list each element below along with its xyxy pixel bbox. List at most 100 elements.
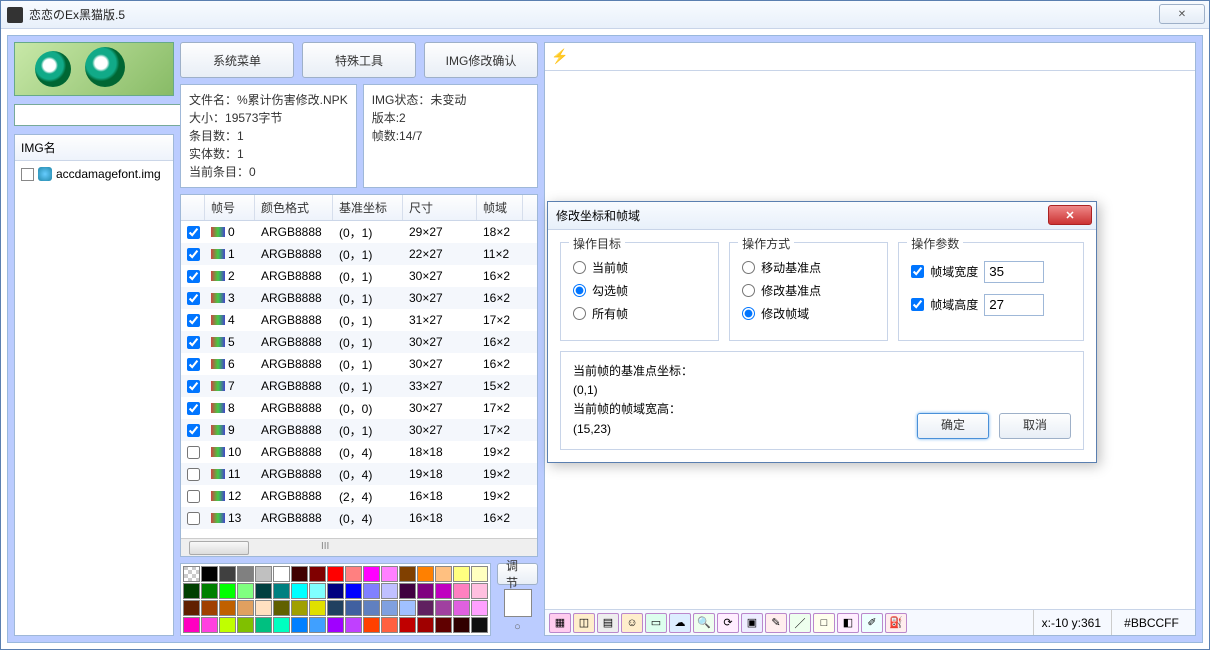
color-swatch[interactable] <box>201 583 218 599</box>
color-swatch[interactable] <box>417 566 434 582</box>
table-row[interactable]: 7ARGB8888(0，1)33×2715×2 <box>181 375 537 397</box>
tool-fill-icon[interactable]: ⛽ <box>885 613 907 633</box>
color-swatch[interactable] <box>471 617 488 633</box>
horizontal-scrollbar[interactable]: III <box>181 538 537 556</box>
radio-modify-base[interactable]: 修改基准点 <box>742 282 875 299</box>
color-swatch[interactable] <box>381 617 398 633</box>
row-checkbox[interactable] <box>187 358 200 371</box>
color-swatch[interactable] <box>219 566 236 582</box>
tool-picker-icon[interactable]: ✐ <box>861 613 883 633</box>
color-swatch[interactable] <box>237 600 254 616</box>
radio-modify-domain[interactable]: 修改帧域 <box>742 305 875 322</box>
color-swatch[interactable] <box>435 600 452 616</box>
dialog-close-button[interactable]: ✕ <box>1048 205 1092 225</box>
th-fmt[interactable]: 颜色格式 <box>255 195 333 220</box>
color-swatch[interactable] <box>291 617 308 633</box>
color-swatch[interactable] <box>327 617 344 633</box>
img-list-body[interactable]: accdamagefont.img <box>15 161 173 635</box>
color-swatch[interactable] <box>453 566 470 582</box>
check-width[interactable]: 帧域宽度 <box>911 263 978 280</box>
color-swatch[interactable] <box>435 566 452 582</box>
special-tool-button[interactable]: 特殊工具 <box>302 42 416 78</box>
scrollbar-thumb[interactable] <box>189 541 249 555</box>
tool-crop-icon[interactable]: ▣ <box>741 613 763 633</box>
color-swatch[interactable] <box>417 583 434 599</box>
color-swatch[interactable] <box>237 566 254 582</box>
window-close-button[interactable]: ✕ <box>1159 4 1205 24</box>
tool-cat-icon[interactable]: ☺ <box>621 613 643 633</box>
color-swatch[interactable] <box>291 566 308 582</box>
color-swatch[interactable] <box>399 617 416 633</box>
color-swatch[interactable] <box>219 600 236 616</box>
color-swatch[interactable] <box>363 600 380 616</box>
color-swatch[interactable] <box>453 600 470 616</box>
table-row[interactable]: 6ARGB8888(0，1)30×2716×2 <box>181 353 537 375</box>
color-swatch[interactable] <box>219 583 236 599</box>
row-checkbox[interactable] <box>187 270 200 283</box>
color-swatch[interactable] <box>309 566 326 582</box>
th-dim[interactable]: 尺寸 <box>403 195 477 220</box>
ok-button[interactable]: 确定 <box>917 413 989 439</box>
color-swatch[interactable] <box>183 566 200 582</box>
tool-grid-icon[interactable]: ▦ <box>549 613 571 633</box>
row-checkbox[interactable] <box>187 512 200 525</box>
table-row[interactable]: 5ARGB8888(0，1)30×2716×2 <box>181 331 537 353</box>
color-swatch[interactable] <box>363 617 380 633</box>
radio-all-frames[interactable]: 所有帧 <box>573 305 706 322</box>
list-item[interactable]: accdamagefont.img <box>21 165 167 183</box>
color-swatch[interactable] <box>471 600 488 616</box>
row-checkbox[interactable] <box>187 314 200 327</box>
color-swatch[interactable] <box>363 583 380 599</box>
table-row[interactable]: 13ARGB8888(0，4)16×1816×2 <box>181 507 537 529</box>
radio-move-base[interactable]: 移动基准点 <box>742 259 875 276</box>
table-row[interactable]: 10ARGB8888(0，4)18×1819×2 <box>181 441 537 463</box>
color-swatch[interactable] <box>381 600 398 616</box>
color-swatch[interactable] <box>183 600 200 616</box>
system-menu-button[interactable]: 系统菜单 <box>180 42 294 78</box>
row-checkbox[interactable] <box>187 248 200 261</box>
color-swatch[interactable] <box>399 600 416 616</box>
tool-line-icon[interactable]: ／ <box>789 613 811 633</box>
table-row[interactable]: 2ARGB8888(0，1)30×2716×2 <box>181 265 537 287</box>
th-base[interactable]: 基准坐标 <box>333 195 403 220</box>
color-swatch[interactable] <box>327 600 344 616</box>
color-swatch[interactable] <box>453 617 470 633</box>
color-swatch[interactable] <box>201 617 218 633</box>
lightning-icon[interactable]: ⚡ <box>549 46 571 68</box>
tool-palette-icon[interactable]: ◫ <box>573 613 595 633</box>
color-swatch[interactable] <box>183 583 200 599</box>
color-swatch[interactable] <box>345 600 362 616</box>
cancel-button[interactable]: 取消 <box>999 413 1071 439</box>
color-swatch[interactable] <box>201 600 218 616</box>
row-checkbox[interactable] <box>187 292 200 305</box>
color-swatch[interactable] <box>183 617 200 633</box>
color-swatch[interactable] <box>417 600 434 616</box>
dialog-titlebar[interactable]: 修改坐标和帧域 ✕ <box>548 202 1096 230</box>
color-swatch[interactable] <box>273 600 290 616</box>
color-swatch[interactable] <box>291 600 308 616</box>
color-swatch[interactable] <box>327 566 344 582</box>
table-body[interactable]: 0ARGB8888(0，1)29×2718×21ARGB8888(0，1)22×… <box>181 221 537 538</box>
color-swatch[interactable] <box>237 617 254 633</box>
tool-film-icon[interactable]: ▤ <box>597 613 619 633</box>
color-swatch[interactable] <box>255 617 272 633</box>
color-swatch[interactable] <box>471 583 488 599</box>
color-swatch[interactable] <box>381 583 398 599</box>
color-swatch[interactable] <box>237 583 254 599</box>
color-swatch[interactable] <box>309 600 326 616</box>
tool-screen-icon[interactable]: ▭ <box>645 613 667 633</box>
tool-rotate-icon[interactable]: ⟳ <box>717 613 739 633</box>
color-swatch[interactable] <box>273 617 290 633</box>
color-swatch[interactable] <box>345 566 362 582</box>
tool-pencil-icon[interactable]: ✎ <box>765 613 787 633</box>
color-swatch[interactable] <box>219 617 236 633</box>
table-row[interactable]: 0ARGB8888(0，1)29×2718×2 <box>181 221 537 243</box>
color-swatch[interactable] <box>417 617 434 633</box>
table-row[interactable]: 3ARGB8888(0，1)30×2716×2 <box>181 287 537 309</box>
color-swatch[interactable] <box>363 566 380 582</box>
color-swatch[interactable] <box>399 566 416 582</box>
color-swatch[interactable] <box>399 583 416 599</box>
color-swatch[interactable] <box>345 617 362 633</box>
row-checkbox[interactable] <box>187 226 200 239</box>
table-row[interactable]: 4ARGB8888(0，1)31×2717×2 <box>181 309 537 331</box>
